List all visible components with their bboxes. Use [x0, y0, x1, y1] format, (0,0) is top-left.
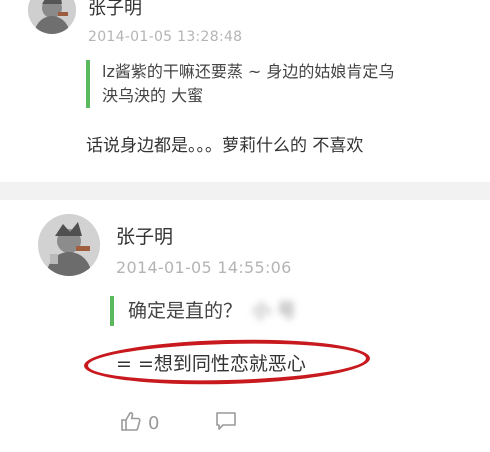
- avatar[interactable]: [38, 214, 100, 276]
- quoted-reply: lz酱紫的干嘛还要蒸 ~ 身边的姑娘肯定乌 泱乌泱的 大蜜: [86, 60, 482, 108]
- comment-thread: 张子明 2014-01-05 13:28:48 lz酱紫的干嘛还要蒸 ~ 身边的…: [0, 0, 490, 452]
- comment-divider: [0, 182, 490, 200]
- avatar[interactable]: [28, 0, 76, 34]
- quoted-reply-line: 泱乌泱的 大蜜: [102, 86, 204, 105]
- author-name[interactable]: 张子明: [88, 0, 142, 18]
- like-count: 0: [148, 413, 160, 434]
- thumbs-up-icon: [120, 410, 142, 437]
- like-button[interactable]: 0: [120, 410, 159, 437]
- comment-card-1: 张子明 2014-01-05 13:28:48 lz酱紫的干嘛还要蒸 ~ 身边的…: [0, 0, 490, 182]
- quoted-reply-text: 确定是直的？: [128, 300, 243, 322]
- blurred-username: 小 号: [252, 300, 297, 322]
- author-name[interactable]: 张子明: [116, 222, 173, 249]
- reply-button[interactable]: [214, 410, 238, 437]
- comment-text: 话说身边都是。。。萝莉什么的 不喜欢: [86, 136, 364, 156]
- quoted-reply: 确定是直的？ 小 号: [110, 296, 296, 326]
- quoted-reply-line: lz酱紫的干嘛还要蒸 ~ 身边的姑娘肯定乌: [102, 62, 395, 81]
- comment-timestamp: 2014-01-05 14:55:06: [116, 258, 292, 277]
- comment-bubble-icon: [214, 410, 238, 437]
- comment-timestamp: 2014-01-05 13:28:48: [88, 29, 243, 45]
